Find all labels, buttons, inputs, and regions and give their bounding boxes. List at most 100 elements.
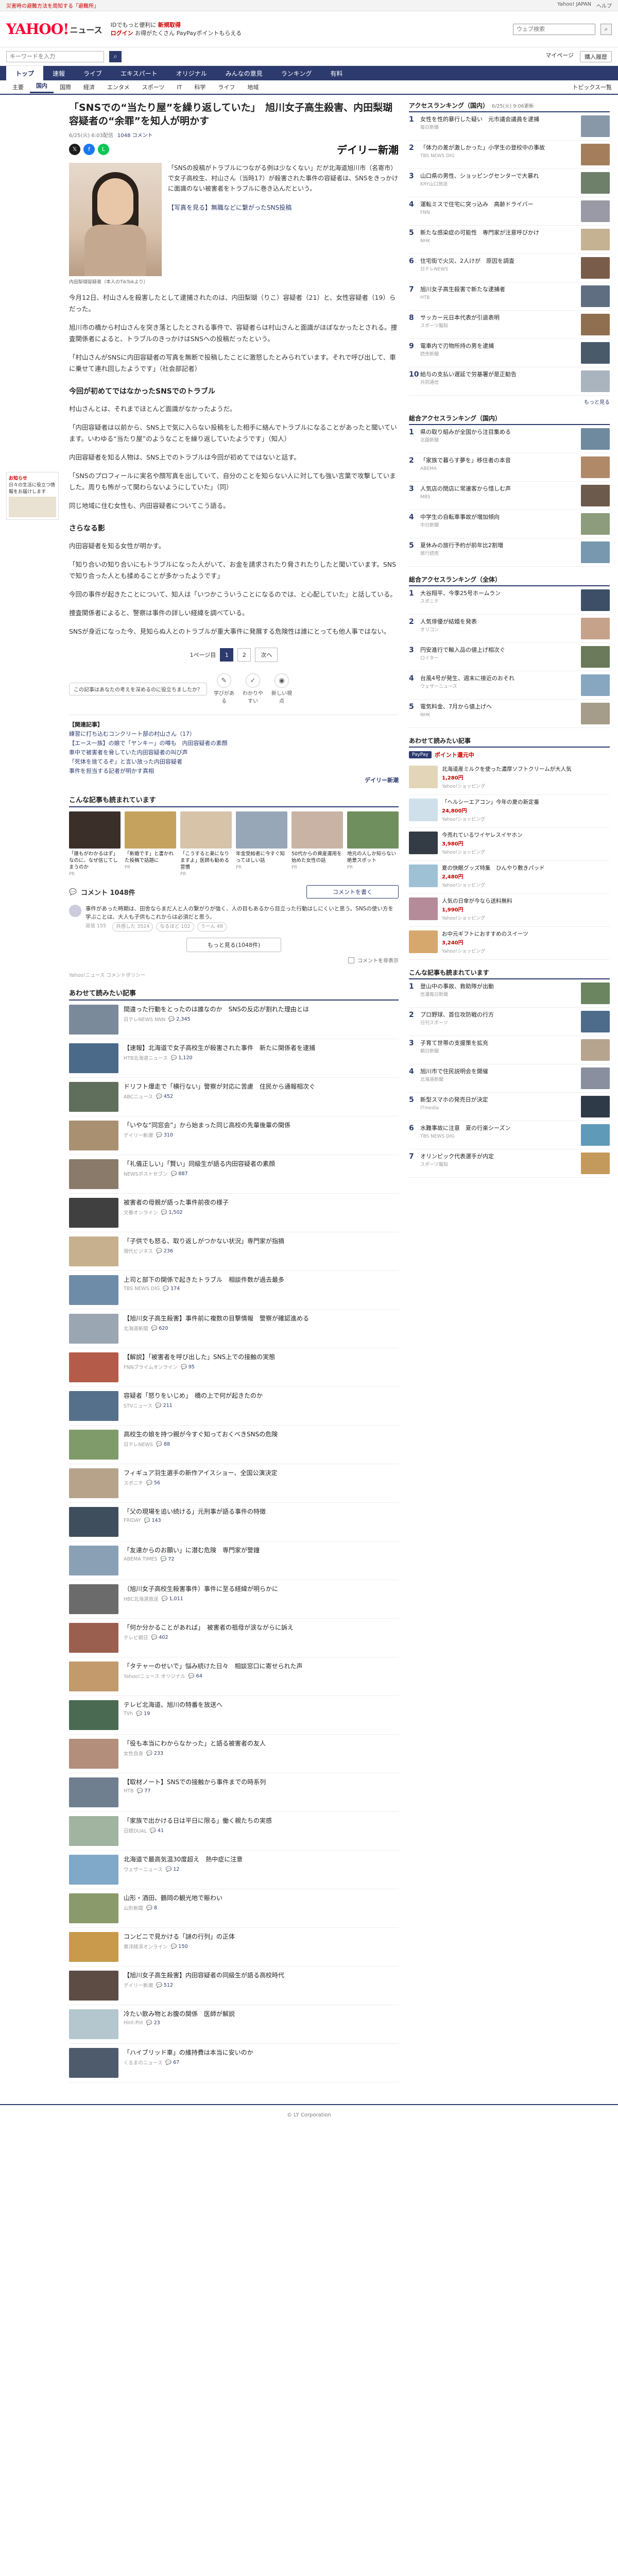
- feed-comment-count[interactable]: 💬 452: [156, 1094, 173, 1099]
- ranking-item[interactable]: 3 子育て世帯の支援策を拡充 朝日新聞: [409, 1036, 610, 1064]
- reply-count[interactable]: 返信 155: [85, 922, 106, 931]
- ranking-item[interactable]: 9 電車内で刃物所持の男を逮捕 読売新聞: [409, 339, 610, 367]
- page-1[interactable]: 1: [220, 648, 234, 662]
- vote-hmm[interactable]: うーん 48: [197, 922, 227, 931]
- feed-comment-count[interactable]: 💬 211: [156, 1403, 173, 1409]
- ranking-item[interactable]: 1 県の取り組みが全国から注目集める 北國新聞: [409, 425, 610, 453]
- feed-item[interactable]: ドリフト爆走で「横行ない」警察が対応に苦慮 住民から通報相次ぐ ABCニュース 💬 …: [69, 1078, 399, 1116]
- ranking-item[interactable]: 4 運転ミスで住宅に突っ込み 高齢ドライバー FNN: [409, 197, 610, 226]
- ad-item[interactable]: 夏の快眠グッズ特集 ひんやり敷きパッド 2,480円 Yahoo!ショッピング: [409, 861, 610, 894]
- photo-link[interactable]: 【写真を見る】無職などに繋がったSNS投稿: [168, 203, 399, 212]
- feed-comment-count[interactable]: 💬 1,120: [171, 1055, 193, 1061]
- rec-card[interactable]: 「こうすると楽になりますよ」医師も勧める習慣 PR: [180, 811, 232, 877]
- feed-item[interactable]: 上司と部下の関係で起きたトラブル 相談件数が過去最多 TBS NEWS DIG 💬 …: [69, 1271, 399, 1310]
- nav-original[interactable]: オリジナル: [167, 66, 216, 80]
- help-link[interactable]: ヘルプ: [596, 2, 612, 9]
- ranking-item[interactable]: 1 登山中の事故、救助隊が出動 信濃毎日新聞: [409, 979, 610, 1008]
- feed-item[interactable]: 冷たい飲み物とお腹の関係 医師が解説 Hint-Pot 💬 23: [69, 2005, 399, 2044]
- feed-comment-count[interactable]: 💬 2,345: [168, 1016, 190, 1022]
- feed-item[interactable]: 「何か分かることがあれば」 被害者の祖母が涙ながらに訴え テレビ朝日 💬 402: [69, 1619, 399, 1657]
- ranking-item[interactable]: 7 旭川女子高生殺害で新たな逮捕者 HTB: [409, 282, 610, 311]
- cat-economy[interactable]: 経済: [77, 83, 101, 91]
- ranking-item[interactable]: 2 「体力の差が激しかった」小学生の登校中の事故 TBS NEWS DIG: [409, 141, 610, 169]
- hide-comments-checkbox[interactable]: [348, 957, 354, 963]
- paypay-promo[interactable]: ポイント還元中: [435, 751, 474, 759]
- ad-item[interactable]: 人気の日傘が今なら送料無料 1,990円 Yahoo!ショッピング: [409, 894, 610, 927]
- cat-world[interactable]: 国際: [54, 83, 77, 91]
- mypage-link[interactable]: マイページ: [545, 51, 574, 62]
- reaction-new-view[interactable]: ◉ 新しい視点: [270, 673, 294, 704]
- feed-item[interactable]: （旭川女子高校生殺害事件）事件に至る経緯が明らかに HBC北海道放送 💬 1,011: [69, 1580, 399, 1619]
- feed-item[interactable]: 「ハイブリッド車」の維持費は本当に安いのか くるまのニュース 💬 67: [69, 2044, 399, 2082]
- feed-item[interactable]: 【旭川女子高生殺害】事件前に複数の目撃情報 警察が確認進める 北海道新聞 💬 620: [69, 1310, 399, 1348]
- feed-item[interactable]: 北海道で最高気温30度超え 熱中症に注意 ウェザーニュース 💬 12: [69, 1851, 399, 1889]
- feed-comment-count[interactable]: 💬 174: [163, 1286, 180, 1292]
- feed-comment-count[interactable]: 💬 1,502: [161, 1210, 183, 1215]
- cat-sports[interactable]: スポーツ: [136, 83, 171, 91]
- feed-comment-count[interactable]: 💬 19: [136, 1711, 150, 1717]
- related-link[interactable]: 練習に打ち込むコンクリート部の村山さん（17）: [69, 730, 399, 739]
- feed-comment-count[interactable]: 💬 23: [146, 2020, 160, 2026]
- feed-comment-count[interactable]: 💬 12: [166, 1867, 180, 1872]
- ranking-item[interactable]: 1 女性を性的暴行した疑い 元市議会議員を逮捕 毎日新聞: [409, 112, 610, 141]
- left-promo[interactable]: お知らせ 日々の生活に役立つ情報をお届けします: [6, 472, 59, 520]
- ranking-item[interactable]: 2 「家族で暮らす夢を」移住者の本音 ABEMA: [409, 453, 610, 482]
- feed-item[interactable]: 「タテャーのせいで」悩み続けた日々 相談窓口に寄せられた声 Yahoo!ニュース …: [69, 1657, 399, 1696]
- purchase-history-link[interactable]: 購入履歴: [580, 50, 612, 62]
- cat-it[interactable]: IT: [170, 84, 188, 91]
- feed-comment-count[interactable]: 💬 1,011: [162, 1596, 183, 1602]
- cat-science[interactable]: 科学: [188, 83, 212, 91]
- source-logo[interactable]: デイリー新潮: [337, 142, 399, 157]
- rec-card[interactable]: 50代からの資産運用を始めた女性の話 PR: [291, 811, 343, 877]
- ranking-item[interactable]: 6 住宅街で火災、2人けが 原因を調査 日テレNEWS: [409, 254, 610, 282]
- ad-item[interactable]: お中元ギフトにおすすめのスイーツ 3,240円 Yahoo!ショッピング: [409, 927, 610, 960]
- feed-item[interactable]: 【取材ノート】SNSでの接触から事件までの時系列 HTB 💬 77: [69, 1773, 399, 1812]
- web-search-input[interactable]: [513, 23, 595, 35]
- news-search-input[interactable]: [6, 50, 104, 62]
- ranking-item[interactable]: 3 円安進行で輸入品の値上げ相次ぐ ロイター: [409, 643, 610, 671]
- rec-card[interactable]: 「誰もがわかるはず」なのに、なぜ信じてしまうのか PR: [69, 811, 121, 877]
- feed-item[interactable]: 「役も本当にわからなかった」と語る被害者の友人 女性自身 💬 233: [69, 1735, 399, 1773]
- nav-live[interactable]: ライブ: [74, 66, 111, 80]
- related-link[interactable]: 車中で被害者を脅していた内田容疑者の叫び声: [69, 748, 399, 757]
- ranking-item[interactable]: 2 プロ野球、首位攻防戦の行方 日刊スポーツ: [409, 1008, 610, 1036]
- feed-comment-count[interactable]: 💬 41: [150, 1828, 164, 1834]
- topics-list-link[interactable]: トピックス一覧: [572, 83, 612, 91]
- feed-item[interactable]: 容疑者「怒りをいじめ」 橋の上で何が起きたのか STVニュース 💬 211: [69, 1387, 399, 1426]
- feed-item[interactable]: 被害者の母親が語った事件前夜の様子 文春オンライン 💬 1,502: [69, 1194, 399, 1232]
- ad-item[interactable]: 北海道産ミルクを使った濃厚ソフトクリームが大人気 1,280円 Yahoo!ショッピ…: [409, 762, 610, 795]
- vote-insight[interactable]: なるほど 102: [156, 922, 194, 931]
- feed-comment-count[interactable]: 💬 620: [151, 1326, 168, 1331]
- feed-comment-count[interactable]: 💬 233: [146, 1751, 163, 1756]
- related-link[interactable]: 「死体を捨てるぞ」と言い放った内田容疑者: [69, 757, 399, 767]
- vote-agree[interactable]: 共感した 3524: [112, 922, 153, 931]
- related-source[interactable]: デイリー新潮: [69, 776, 399, 785]
- ranking-item[interactable]: 7 オリンピック代表選手が内定 スポーツ報知: [409, 1149, 610, 1178]
- feed-item[interactable]: 【旭川女子高生殺害】内田容疑者の同級生が語る高校時代 デイリー新潮 💬 512: [69, 1967, 399, 2005]
- comment-policy-link[interactable]: Yahoo!ニュース コメントポリシー: [69, 971, 399, 978]
- top-alert[interactable]: 災害時の避難方法を周知する「避難所」: [6, 2, 99, 9]
- feed-item[interactable]: 【速報】北海道で女子高校生が殺害された事件 新たに関係者を逮捕 HTB北海道ニュー…: [69, 1039, 399, 1078]
- ranking-item[interactable]: 1 大谷翔平、今季25号ホームラン スポニチ: [409, 586, 610, 615]
- feed-comment-count[interactable]: 💬 95: [181, 1364, 195, 1370]
- paypay-promo-text[interactable]: PayPayポイントもらえる: [177, 30, 242, 37]
- ranking-item[interactable]: 3 人気店の閉店に常連客から惜しむ声 MBS: [409, 482, 610, 510]
- feed-item[interactable]: コンビニで見かける「謎の行列」の正体 東洋経済オンライン 💬 150: [69, 1928, 399, 1967]
- feed-comment-count[interactable]: 💬 8: [146, 1905, 157, 1911]
- ranking-item[interactable]: 3 山口県の男性、ショッピングセンターで大暴れ KRY山口放送: [409, 169, 610, 197]
- more-comments-button[interactable]: もっと見る(1048件): [186, 938, 282, 952]
- feed-item[interactable]: 「子供でも怒る、取り返しがつかない状況」専門家が指摘 現代ビジネス 💬 236: [69, 1232, 399, 1271]
- ad-item[interactable]: 「ヘルシーエアコン」今年の夏の新定番 24,800円 Yahoo!ショッピング: [409, 795, 610, 828]
- facebook-share-icon[interactable]: f: [83, 143, 95, 155]
- feed-item[interactable]: 山形・酒田、鶴岡の観光地で賑わい 山形新聞 💬 8: [69, 1889, 399, 1928]
- ad-item[interactable]: 今売れているワイヤレスイヤホン 3,980円 Yahoo!ショッピング: [409, 828, 610, 861]
- next-page-button[interactable]: 次へ: [255, 648, 278, 662]
- page-2[interactable]: 2: [237, 648, 251, 662]
- line-share-icon[interactable]: L: [98, 143, 109, 155]
- feed-item[interactable]: 「父の現場を追い続ける」元刑事が語る事件の特徴 FRIDAY 💬 143: [69, 1503, 399, 1541]
- feed-item[interactable]: テレビ北海道、旭川の特番を放送へ TVh 💬 19: [69, 1696, 399, 1735]
- feed-item[interactable]: 「礼儀正しい」「賢い」同級生が語る内田容疑者の素顔 NEWSポストセブン 💬 887: [69, 1155, 399, 1194]
- ranking-item[interactable]: 5 夏休みの旅行予約が前年比2割増 旅行読売: [409, 538, 610, 567]
- feed-comment-count[interactable]: 💬 310: [156, 1132, 173, 1138]
- ranking-item[interactable]: 4 台風4号が発生、週末に接近のおそれ ウェザーニュース: [409, 671, 610, 700]
